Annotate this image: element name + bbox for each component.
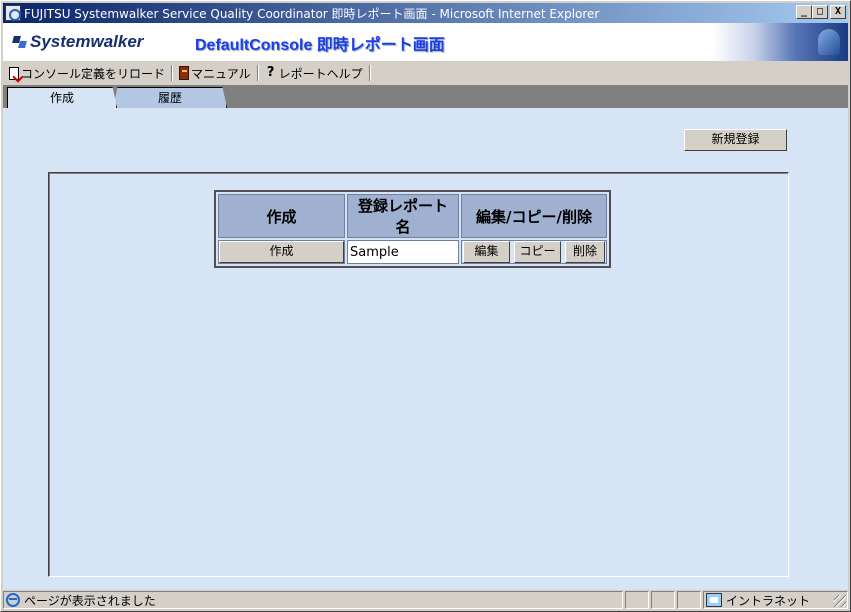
manual-label: マニュアル [191, 66, 251, 81]
tab-bar: 履歴 作成 [3, 85, 848, 108]
edit-button[interactable]: 編集 [463, 241, 510, 263]
intranet-icon [706, 593, 722, 607]
toolbar-separator [256, 65, 259, 81]
logo-text: Systemwalker [30, 32, 144, 51]
title-bar: FUJITSU Systemwalker Service Quality Coo… [3, 3, 848, 23]
new-registration-button[interactable]: 新規登録 [684, 129, 787, 151]
status-message: ページが表示されました [24, 593, 156, 608]
banner-decoration [713, 23, 848, 61]
maximize-button[interactable]: □ [812, 5, 828, 19]
report-help-link[interactable]: ? レポートヘルプ [263, 63, 365, 83]
help-icon: ? [266, 65, 275, 80]
tab-history[interactable]: 履歴 [113, 87, 227, 108]
column-header-create: 作成 [218, 194, 345, 238]
browser-window: FUJITSU Systemwalker Service Quality Coo… [0, 0, 851, 612]
create-report-button[interactable]: 作成 [219, 241, 344, 263]
status-message-pane: ページが表示されました [3, 591, 623, 609]
table-row: 作成 Sample 編集 コピー 削除 [218, 240, 607, 264]
reload-icon [9, 66, 19, 80]
status-cell [677, 591, 701, 609]
console-title: DefaultConsole 即時レポート画面 [195, 37, 445, 54]
ie-app-icon[interactable] [5, 5, 21, 21]
resize-grip[interactable] [834, 595, 846, 607]
logo-mark-icon [11, 34, 29, 50]
manual-link[interactable]: マニュアル [177, 63, 253, 83]
report-panel: 作成 登録レポート名 編集/コピー/削除 作成 Sample 編集 コピー 削除 [48, 172, 789, 577]
report-table: 作成 登録レポート名 編集/コピー/削除 作成 Sample 編集 コピー 削除 [214, 190, 611, 268]
table-header-row: 作成 登録レポート名 編集/コピー/削除 [218, 194, 607, 238]
row-actions: 編集 コピー 削除 [462, 241, 606, 263]
security-zone-pane[interactable]: イントラネット [703, 591, 848, 609]
toolbar-separator [368, 65, 371, 81]
ie-page-icon [6, 593, 20, 607]
status-cell [625, 591, 649, 609]
app-banner: Systemwalker DefaultConsole 即時レポート画面 [3, 23, 848, 61]
reload-console-link[interactable]: コンソール定義をリロード [7, 63, 167, 83]
main-content: 新規登録 作成 登録レポート名 編集/コピー/削除 作成 Sample 編集 コ… [3, 108, 848, 590]
toolbar: コンソール定義をリロード マニュアル ? レポートヘルプ [3, 61, 848, 85]
close-button[interactable]: X [830, 5, 846, 19]
delete-button[interactable]: 削除 [565, 241, 605, 263]
toolbar-separator [171, 65, 174, 81]
security-zone-label: イントラネット [726, 593, 811, 608]
minimize-button[interactable]: _ [796, 5, 812, 19]
status-bar: ページが表示されました イントラネット [3, 590, 848, 610]
tab-create[interactable]: 作成 [7, 87, 117, 108]
window-title: FUJITSU Systemwalker Service Quality Coo… [24, 6, 600, 21]
systemwalker-logo: Systemwalker [11, 32, 143, 52]
reload-console-label: コンソール定義をリロード [21, 66, 166, 81]
status-cell [651, 591, 675, 609]
create-cell: 作成 [218, 240, 345, 264]
actions-cell: 編集 コピー 削除 [461, 240, 607, 264]
book-icon [179, 66, 190, 80]
report-help-label: レポートヘルプ [278, 66, 363, 81]
copy-button[interactable]: コピー [514, 241, 561, 263]
column-header-actions: 編集/コピー/削除 [461, 194, 607, 238]
window-controls: _ □ X [796, 5, 846, 19]
report-name-cell: Sample [347, 240, 459, 264]
column-header-report-name: 登録レポート名 [347, 194, 459, 238]
